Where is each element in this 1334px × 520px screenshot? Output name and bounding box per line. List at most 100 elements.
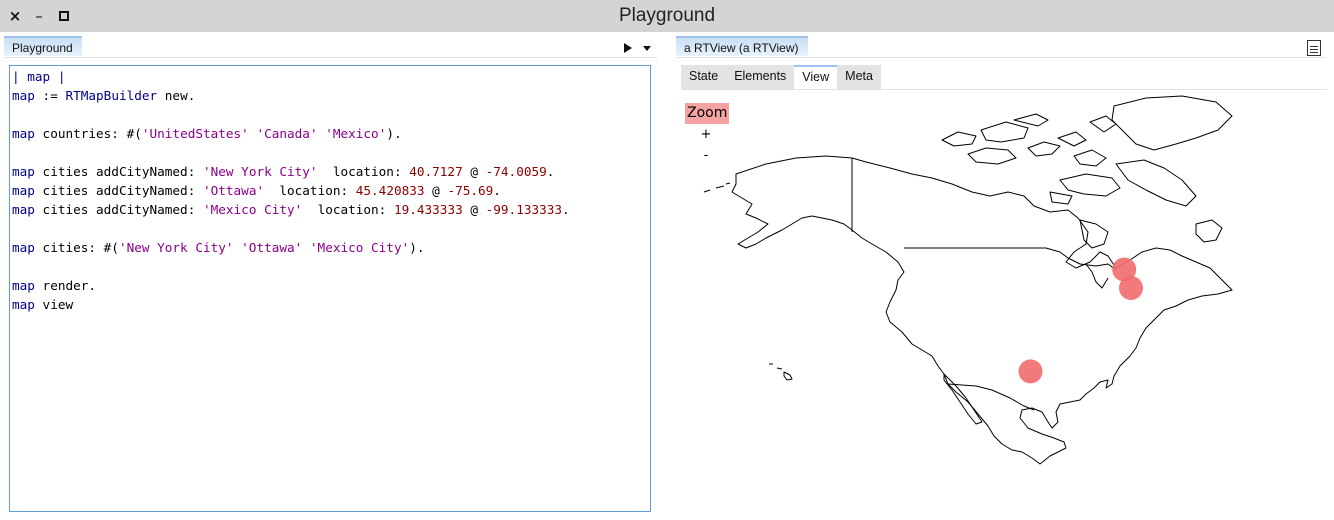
code-token: 40.7127 <box>409 164 463 179</box>
code-token: RTMapBuilder <box>65 88 158 103</box>
code-token: map <box>12 278 35 293</box>
code-line[interactable]: map cities addCityNamed: 'Mexico City' l… <box>12 200 648 219</box>
code-token: map <box>12 164 35 179</box>
code-token: ). <box>386 126 402 141</box>
zoom-in-button[interactable]: + <box>700 127 712 142</box>
code-token: @ <box>462 202 486 217</box>
window-title: Playground <box>618 5 716 26</box>
code-token: 'Ottawa' <box>241 240 303 255</box>
document-icon[interactable] <box>1307 40 1321 56</box>
playground-pane: Playground | map | map := RTMapBuilder ne… <box>0 32 661 520</box>
code-line[interactable]: map view <box>12 295 648 314</box>
code-token: map <box>12 183 35 198</box>
city-marker-mexico-city[interactable] <box>1018 359 1043 384</box>
zoom-label: Zoom <box>685 103 730 124</box>
map-island <box>1059 173 1121 197</box>
city-markers <box>1018 257 1143 384</box>
code-token: 'Canada' <box>256 126 318 141</box>
tab-divider <box>676 57 1326 58</box>
code-token: ). <box>409 240 425 255</box>
code-editor[interactable]: | map | map := RTMapBuilder new. map count… <box>9 65 651 512</box>
code-token: countries: #( <box>34 126 142 141</box>
map-baja <box>943 373 983 425</box>
code-token: location: <box>264 183 356 198</box>
map-lakes <box>1085 263 1109 289</box>
code-token: 45.420833 <box>355 183 425 198</box>
code-token: -75.69 <box>447 183 494 198</box>
tab-state[interactable]: State <box>681 65 727 89</box>
map-island <box>1027 141 1061 157</box>
code-token: cities addCityNamed: <box>34 183 203 198</box>
map-border-us-mexico <box>947 383 1035 411</box>
code-token: location: <box>302 202 394 217</box>
code-token: map <box>12 297 35 312</box>
play-icon[interactable] <box>620 40 634 56</box>
code-token: 'New York City' <box>118 240 234 255</box>
tab-divider <box>4 57 657 58</box>
map-island <box>1073 149 1107 167</box>
zoom-out-button[interactable]: - <box>700 148 712 163</box>
code-line[interactable] <box>12 257 648 276</box>
north-america-map[interactable] <box>676 92 1326 512</box>
code-token: cities addCityNamed: <box>34 202 203 217</box>
tab-rtview[interactable]: a RTView (a RTView) <box>676 36 808 56</box>
inspector-tabs: State Elements View Meta <box>681 65 881 89</box>
code-line[interactable]: map cities: #('New York City' 'Ottawa' '… <box>12 238 648 257</box>
tab-meta[interactable]: Meta <box>837 65 881 89</box>
code-token: @ <box>462 164 486 179</box>
map-bay <box>1079 219 1109 249</box>
code-line[interactable]: map render. <box>12 276 648 295</box>
tab-playground[interactable]: Playground <box>4 36 82 56</box>
code-token: := <box>34 88 66 103</box>
code-token: 'New York City' <box>202 164 318 179</box>
code-token: @ <box>424 183 448 198</box>
code-line[interactable] <box>12 105 648 124</box>
code-token: cities addCityNamed: <box>34 164 203 179</box>
map-island <box>1115 159 1197 207</box>
code-line[interactable]: map := RTMapBuilder new. <box>12 86 648 105</box>
code-line[interactable] <box>12 219 648 238</box>
maximize-icon[interactable] <box>54 5 74 27</box>
tab-elements[interactable]: Elements <box>726 65 795 89</box>
code-token: cities: #( <box>34 240 119 255</box>
code-text[interactable]: | map | map := RTMapBuilder new. map count… <box>12 67 648 314</box>
map-island <box>1049 191 1073 205</box>
map-island <box>1057 131 1087 147</box>
map-canvas[interactable]: Zoom + - <box>676 92 1326 512</box>
map-island <box>1111 95 1233 151</box>
tab-view[interactable]: View <box>794 65 838 89</box>
code-token: 'Mexico' <box>325 126 387 141</box>
pane-splitter[interactable] <box>661 32 662 520</box>
code-token: map <box>12 240 35 255</box>
code-line[interactable] <box>12 143 648 162</box>
code-line[interactable]: map countries: #('UnitedStates' 'Canada'… <box>12 124 648 143</box>
close-icon[interactable]: × <box>5 5 25 27</box>
chevron-down-icon[interactable] <box>641 40 655 56</box>
map-island <box>1013 113 1049 127</box>
map-aleutians <box>703 182 731 193</box>
code-line[interactable]: map cities addCityNamed: 'New York City'… <box>12 162 648 181</box>
map-mainland <box>731 155 1233 465</box>
map-island <box>1195 219 1223 243</box>
code-token: 'Ottawa' <box>202 183 265 198</box>
code-token: map <box>12 126 35 141</box>
code-line[interactable]: map cities addCityNamed: 'Ottawa' locati… <box>12 181 648 200</box>
minimize-icon[interactable]: – <box>29 5 49 27</box>
code-token: . <box>546 164 555 179</box>
tab-divider <box>681 89 1327 90</box>
code-token: 'Mexico City' <box>309 240 410 255</box>
code-line[interactable]: | map | <box>12 67 648 86</box>
map-island <box>967 147 1017 165</box>
map-island <box>980 121 1029 143</box>
title-bar: × – Playground <box>0 0 1334 32</box>
code-token: map <box>12 88 35 103</box>
code-token: 19.433333 <box>393 202 463 217</box>
code-token: new. <box>157 88 196 103</box>
code-token: 'Mexico City' <box>202 202 303 217</box>
code-token: -74.0059 <box>485 164 547 179</box>
city-marker-ottawa[interactable] <box>1112 257 1137 282</box>
map-hawaii <box>783 371 793 381</box>
code-token: . <box>562 202 570 217</box>
code-token: render. <box>34 278 97 293</box>
code-token: location: <box>317 164 410 179</box>
